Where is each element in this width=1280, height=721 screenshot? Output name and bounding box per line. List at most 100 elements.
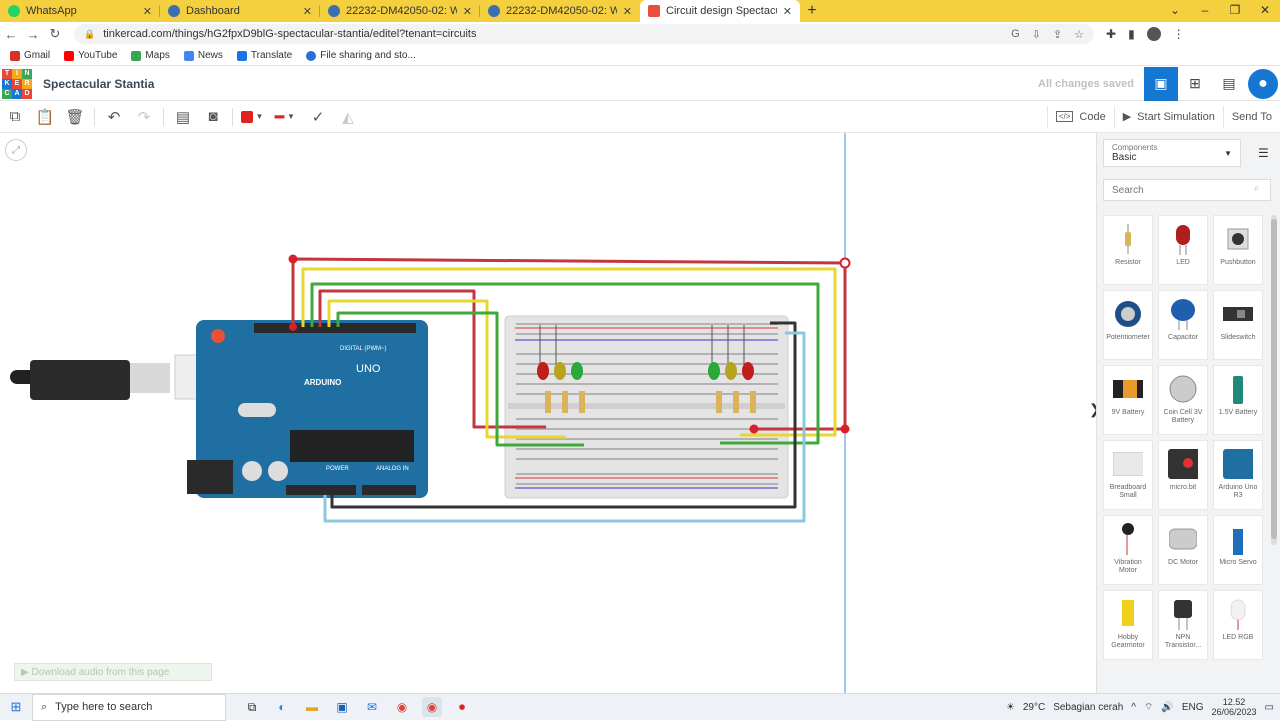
file-explorer-icon[interactable]: ▬	[302, 697, 322, 717]
tab-week16[interactable]: 22232-DM42050-02: Week 16 ✕	[320, 0, 480, 22]
sidepanel-icon[interactable]: ▮	[1128, 27, 1135, 41]
reload-button[interactable]: ↻	[44, 26, 66, 42]
component-resistor[interactable]: Resistor	[1103, 215, 1153, 285]
notes-toggle-button[interactable]: ◙	[198, 102, 228, 132]
component-dc-motor[interactable]: DC Motor	[1158, 515, 1208, 585]
tinkercad-logo[interactable]: TIN KER CAD	[2, 68, 32, 99]
close-icon[interactable]: ✕	[623, 5, 632, 18]
chrome-icon[interactable]: ◉	[392, 697, 412, 717]
component-pushbutton[interactable]: Pushbutton	[1213, 215, 1263, 285]
minimize-button[interactable]: –	[1190, 0, 1220, 22]
redo-button[interactable]: ↷	[129, 102, 159, 132]
close-icon[interactable]: ✕	[783, 5, 792, 18]
bookmarks-bar: Gmail YouTube Maps News Translate File s…	[0, 46, 1280, 66]
circuit-canvas[interactable]: ⤢ DIGITAL (PWM~) ARDUINO UNO POWER ANALO…	[0, 133, 1101, 693]
schematic-view-button[interactable]: ⊞	[1178, 67, 1212, 101]
menu-icon[interactable]: ⋮	[1173, 27, 1185, 41]
new-tab-button[interactable]: +	[800, 0, 824, 22]
send-to-button[interactable]: Send To	[1222, 105, 1280, 128]
component-led-rgb[interactable]: LED RGB	[1213, 590, 1263, 660]
close-window-button[interactable]: ✕	[1250, 0, 1280, 22]
component-breadboard-small[interactable]: Breadboard Small	[1103, 440, 1153, 510]
notes-button[interactable]: ▤	[168, 102, 198, 132]
bookmark-gmail[interactable]: Gmail	[10, 50, 50, 61]
tab-dashboard[interactable]: Dashboard ✕	[160, 0, 320, 22]
copy-button[interactable]: ⧉	[0, 102, 30, 132]
component-slideswitch[interactable]: Slideswitch	[1213, 290, 1263, 360]
recorder-icon[interactable]: ⏺	[452, 697, 472, 717]
tab-label: 22232-DM42050-02: Week 16	[346, 5, 457, 17]
chevron-down-icon: ▼	[287, 112, 295, 121]
delete-button[interactable]: 🗑	[60, 102, 90, 132]
install-icon[interactable]: ⇩	[1032, 28, 1041, 41]
weather-text[interactable]: Sebagian cerah	[1053, 702, 1123, 713]
project-title[interactable]: Spectacular Stantia	[43, 77, 154, 91]
bookmark-file-sharing[interactable]: File sharing and sto...	[306, 50, 416, 61]
star-icon[interactable]: ☆	[1074, 28, 1084, 41]
google-icon[interactable]: G	[1011, 28, 1020, 41]
wire-color-picker[interactable]: ▼	[237, 102, 267, 132]
close-icon[interactable]: ✕	[143, 5, 152, 18]
chrome-active-icon[interactable]: ◉	[422, 697, 442, 717]
panel-scrollbar[interactable]	[1271, 215, 1277, 545]
component-microbit[interactable]: micro:bit	[1158, 440, 1208, 510]
download-audio-banner[interactable]: ▶ Download audio from this page	[14, 663, 212, 681]
component-potentiometer[interactable]: Potentiometer	[1103, 290, 1153, 360]
component-coin-cell[interactable]: Coin Cell 3V Battery	[1158, 365, 1208, 435]
maximize-button[interactable]: ❐	[1220, 0, 1250, 22]
component-vibration-motor[interactable]: Vibration Motor	[1103, 515, 1153, 585]
edge-icon[interactable]: ◐	[272, 697, 292, 717]
user-avatar[interactable]: ●	[1248, 68, 1278, 99]
circuit-view-button[interactable]: ▣	[1144, 66, 1178, 101]
component-led[interactable]: LED	[1158, 215, 1208, 285]
undo-button[interactable]: ↶	[99, 102, 129, 132]
rotate-button[interactable]: ✓	[303, 102, 333, 132]
component-npn-transistor[interactable]: NPN Transistor...	[1158, 590, 1208, 660]
pushbutton-icon	[1223, 222, 1253, 256]
taskbar-search[interactable]: ⌕ Type here to search	[32, 693, 226, 721]
wire-type-picker[interactable]: ━ ▼	[267, 102, 303, 132]
close-icon[interactable]: ✕	[463, 5, 472, 18]
profile-avatar[interactable]	[1146, 27, 1161, 41]
tray-chevron-icon[interactable]: ^	[1131, 702, 1136, 713]
paste-button[interactable]: 📋	[30, 102, 60, 132]
windows-start-button[interactable]: ⊞	[0, 699, 32, 715]
component-micro-servo[interactable]: Micro Servo	[1213, 515, 1263, 585]
notification-icon[interactable]: ▭	[1265, 702, 1274, 713]
chevron-down-icon[interactable]: ⌄	[1160, 0, 1190, 22]
back-button[interactable]: ←	[0, 27, 22, 42]
tab-circuit-design[interactable]: Circuit design Spectacular Stantia ✕	[640, 0, 800, 22]
close-icon[interactable]: ✕	[303, 5, 312, 18]
component-capacitor[interactable]: Capacitor	[1158, 290, 1208, 360]
url-field[interactable]: 🔒 tinkercad.com/things/hG2fpxD9blG-spect…	[74, 24, 1094, 44]
list-view-icon[interactable]: ☰	[1258, 146, 1269, 160]
bookmark-news[interactable]: News	[183, 50, 223, 61]
start-simulation-button[interactable]: ▶ Start Simulation	[1113, 105, 1223, 128]
flip-button[interactable]: ◭	[333, 102, 363, 132]
component-1-5v-battery[interactable]: 1.5V Battery	[1213, 365, 1263, 435]
language-indicator[interactable]: ENG	[1182, 702, 1204, 713]
extensions-icon[interactable]: ✚	[1106, 27, 1116, 41]
code-button[interactable]: </> Code	[1046, 105, 1114, 128]
bookmark-maps[interactable]: Maps	[131, 50, 170, 61]
wire-endpoint	[749, 424, 759, 434]
share-icon[interactable]: ⇪	[1053, 28, 1062, 41]
store-icon[interactable]: ▣	[332, 697, 352, 717]
component-list-button[interactable]: ▤	[1212, 67, 1246, 101]
components-dropdown[interactable]: Components Basic ▼	[1103, 139, 1241, 167]
forward-button[interactable]: →	[22, 27, 44, 42]
weather-temp[interactable]: 29°C	[1023, 702, 1045, 713]
task-view-icon[interactable]: ⧉	[242, 697, 262, 717]
tab-whatsapp[interactable]: WhatsApp ✕	[0, 0, 160, 22]
mail-icon[interactable]: ✉	[362, 697, 382, 717]
clock[interactable]: 12.52 26/06/2023	[1212, 697, 1257, 717]
bookmark-youtube[interactable]: YouTube	[64, 50, 117, 61]
component-hobby-gearmotor[interactable]: Hobby Gearmotor	[1103, 590, 1153, 660]
tab-week15[interactable]: 22232-DM42050-02: Week 15 ✕	[480, 0, 640, 22]
component-9v-battery[interactable]: 9V Battery	[1103, 365, 1153, 435]
component-arduino-uno[interactable]: Arduino Uno R3	[1213, 440, 1263, 510]
network-icon[interactable]: ⌔	[1144, 701, 1153, 714]
bookmark-translate[interactable]: Translate	[236, 50, 292, 61]
component-search-input[interactable]	[1103, 179, 1271, 201]
volume-icon[interactable]: 🔊	[1161, 702, 1173, 713]
